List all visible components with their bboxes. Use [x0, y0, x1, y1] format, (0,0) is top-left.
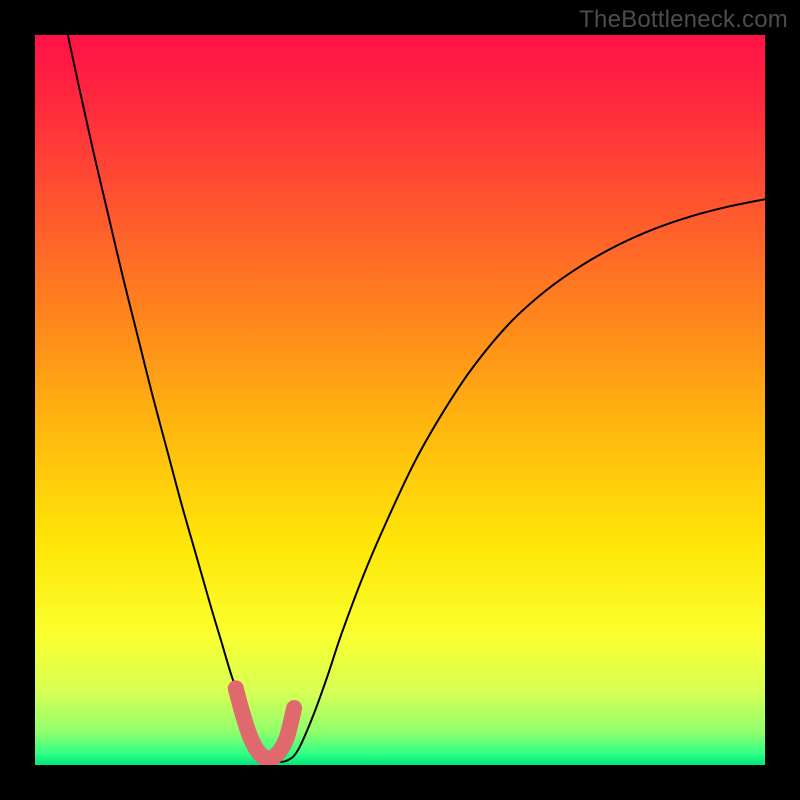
gradient-background [35, 35, 765, 765]
chart-frame: TheBottleneck.com [0, 0, 800, 800]
bottleneck-chart [35, 35, 765, 765]
plot-area [35, 35, 765, 765]
watermark-text: TheBottleneck.com [579, 6, 788, 34]
